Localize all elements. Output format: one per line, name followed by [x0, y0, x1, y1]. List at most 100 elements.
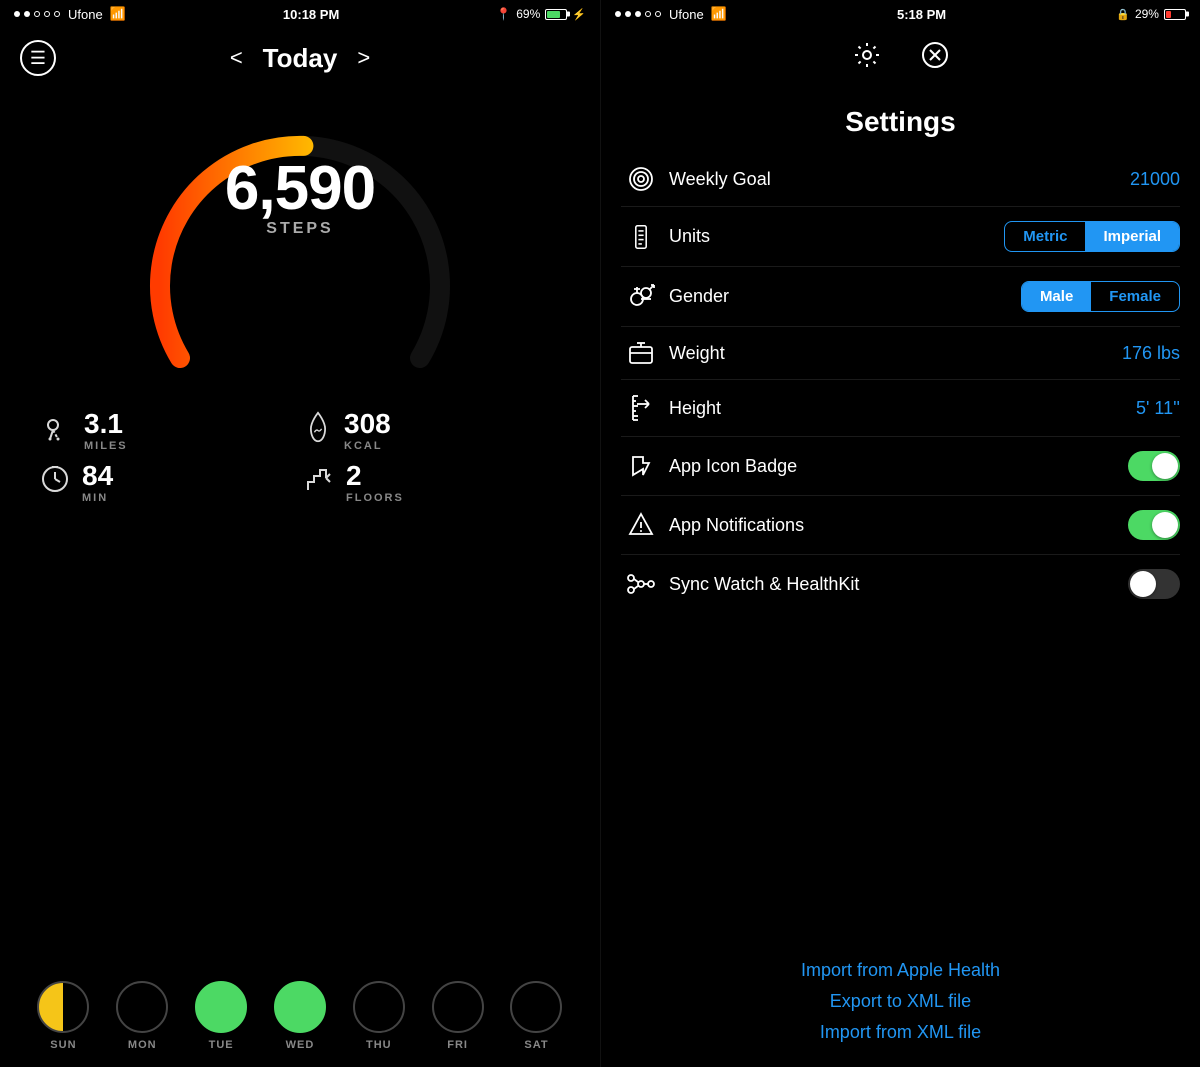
app-notifications-icon [621, 512, 661, 538]
right-panel: Ufone 📶 5:18 PM 🔒 29% [600, 0, 1200, 1067]
left-battery-bar [545, 9, 567, 20]
day-tue[interactable]: TUE [195, 981, 247, 1051]
gauge-svg [140, 98, 460, 398]
right-lock-icon: 🔒 [1116, 8, 1130, 21]
left-carrier: Ufone 📶 [14, 6, 126, 22]
units-imperial-button[interactable]: Imperial [1085, 222, 1179, 251]
right-signal-5 [655, 11, 661, 17]
bottom-links: Import from Apple Health Export to XML f… [601, 944, 1200, 1067]
left-status-bar: Ufone 📶 10:18 PM 📍 69% ⚡ [0, 0, 600, 28]
left-carrier-name: Ufone [68, 7, 103, 22]
weekly-goal-icon [621, 166, 661, 192]
signal-dot-2 [24, 11, 30, 17]
sync-watch-label: Sync Watch & HealthKit [669, 574, 1128, 595]
units-label: Units [669, 226, 1004, 247]
export-xml-link[interactable]: Export to XML file [830, 991, 971, 1012]
stats-grid: 3.1 MILES 308 KCAL [0, 398, 600, 514]
gender-male-button[interactable]: Male [1022, 282, 1091, 311]
right-carrier: Ufone 📶 [615, 6, 727, 22]
left-battery-icon [545, 9, 567, 20]
settings-header: Settings [601, 88, 1200, 152]
left-panel: Ufone 📶 10:18 PM 📍 69% ⚡ ☰ < Today > [0, 0, 600, 1067]
sync-watch-toggle[interactable] [1128, 569, 1180, 599]
steps-gauge: 6,590 STEPS [0, 88, 600, 398]
menu-button[interactable]: ☰ [20, 40, 56, 76]
left-top-nav: ☰ < Today > [0, 28, 600, 88]
app-notifications-toggle[interactable] [1128, 510, 1180, 540]
settings-row-gender: Gender Male Female [621, 267, 1180, 327]
settings-row-sync-watch: Sync Watch & HealthKit [621, 555, 1180, 613]
next-day-button[interactable]: > [357, 45, 370, 71]
right-status-bar: Ufone 📶 5:18 PM 🔒 29% [601, 0, 1200, 28]
day-tue-label: TUE [209, 1039, 234, 1051]
min-unit: MIN [82, 492, 113, 504]
week-bar: SUN MON TUE WED THU FRI SAT [0, 969, 600, 1067]
day-fri[interactable]: FRI [432, 981, 484, 1051]
day-sun-circle [37, 981, 89, 1033]
height-label: Height [669, 398, 1136, 419]
height-icon [621, 394, 661, 422]
kcal-value: 308 [344, 408, 391, 440]
gauge-center: 6,590 STEPS [225, 153, 375, 238]
right-signal-3 [635, 11, 641, 17]
settings-row-app-notifications: App Notifications [621, 496, 1180, 555]
floors-value: 2 [346, 460, 404, 492]
right-battery-pct: 29% [1135, 7, 1159, 21]
kcal-text: 308 KCAL [344, 408, 391, 452]
close-button[interactable] [921, 41, 949, 76]
weekly-goal-value[interactable]: 21000 [1130, 169, 1180, 190]
day-tue-circle [195, 981, 247, 1033]
app-icon-badge-toggle[interactable] [1128, 451, 1180, 481]
day-thu[interactable]: THU [353, 981, 405, 1051]
right-signal-4 [645, 11, 651, 17]
stat-miles: 3.1 MILES [40, 408, 296, 452]
app-notifications-knob [1152, 512, 1178, 538]
units-metric-button[interactable]: Metric [1005, 222, 1085, 251]
day-mon[interactable]: MON [116, 981, 168, 1051]
app-notifications-label: App Notifications [669, 515, 1128, 536]
nav-title: Today [263, 43, 338, 74]
settings-row-weight: Weight 176 lbs [621, 327, 1180, 380]
prev-day-button[interactable]: < [230, 45, 243, 71]
units-icon [621, 224, 661, 250]
weight-icon [621, 341, 661, 365]
stat-min: 84 MIN [40, 460, 296, 504]
sync-watch-icon [621, 572, 661, 596]
day-wed[interactable]: WED [274, 981, 326, 1051]
settings-row-weekly-goal: Weekly Goal 21000 [621, 152, 1180, 207]
weight-label: Weight [669, 343, 1122, 364]
settings-row-units: Units Metric Imperial [621, 207, 1180, 267]
import-xml-link[interactable]: Import from XML file [820, 1022, 981, 1043]
gender-icon [621, 283, 661, 311]
app-icon-badge-label: App Icon Badge [669, 456, 1128, 477]
day-sat[interactable]: SAT [510, 981, 562, 1051]
left-battery-area: 📍 69% ⚡ [496, 7, 586, 21]
location-icon: 📍 [496, 7, 511, 21]
settings-gear-button[interactable] [853, 41, 881, 76]
left-time: 10:18 PM [283, 7, 339, 22]
day-sun-label: SUN [50, 1039, 76, 1051]
day-thu-label: THU [366, 1039, 392, 1051]
sync-watch-knob [1130, 571, 1156, 597]
gender-segmented: Male Female [1021, 281, 1180, 312]
gender-female-button[interactable]: Female [1091, 282, 1179, 311]
right-battery-icon [1164, 9, 1186, 20]
stat-floors: 2 FLOORS [304, 460, 560, 504]
right-battery-area: 🔒 29% [1116, 7, 1186, 21]
right-top-nav [601, 28, 1200, 88]
day-sun[interactable]: SUN [37, 981, 89, 1051]
import-apple-health-link[interactable]: Import from Apple Health [801, 960, 1000, 981]
nav-arrows: < Today > [230, 43, 370, 74]
stat-kcal: 308 KCAL [304, 408, 560, 452]
app-icon-badge-icon [621, 453, 661, 479]
floors-unit: FLOORS [346, 492, 404, 504]
app-icon-badge-knob [1152, 453, 1178, 479]
floors-icon [304, 464, 334, 501]
day-sat-circle [510, 981, 562, 1033]
day-fri-label: FRI [447, 1039, 468, 1051]
weight-value[interactable]: 176 lbs [1122, 343, 1180, 364]
height-value[interactable]: 5' 11'' [1136, 398, 1180, 419]
charge-icon: ⚡ [572, 8, 586, 21]
left-battery-pct: 69% [516, 7, 540, 21]
gender-label: Gender [669, 286, 1021, 307]
